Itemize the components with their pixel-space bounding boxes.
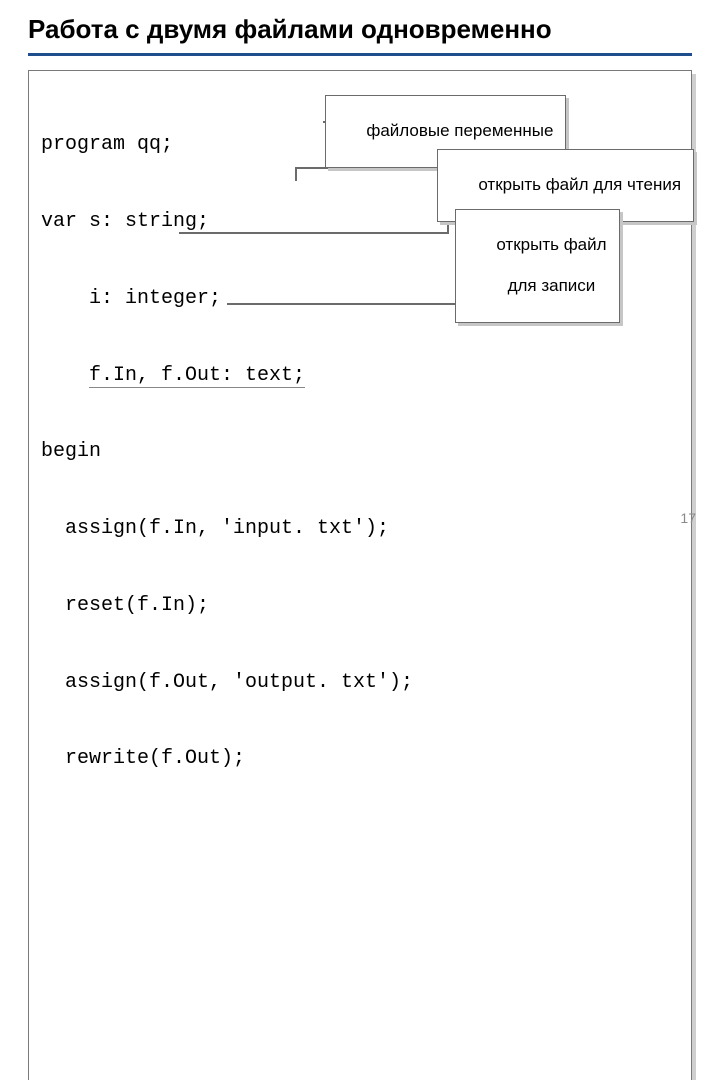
callout-leader <box>295 167 297 181</box>
code-indent <box>41 364 89 387</box>
code-line: reset(f.In); <box>41 593 681 619</box>
code-line: begin <box>41 439 681 465</box>
page-number: 17 <box>680 510 696 526</box>
slide: Работа с двумя файлами одновременно prog… <box>0 0 720 540</box>
callout-text: файловые переменные <box>366 121 553 140</box>
callout-leader <box>179 232 449 234</box>
callout-open-write: открыть файл для записи <box>455 209 620 323</box>
code-filevars-decl: f.In, f.Out: text; <box>89 364 305 388</box>
code-line: assign(f.Out, 'output. txt'); <box>41 670 681 696</box>
callout-leader <box>227 303 457 305</box>
code-box-main: program qq; var s: string; i: integer; f… <box>28 70 692 1080</box>
callout-text-line: открыть файл <box>496 235 606 254</box>
code-line: rewrite(f.Out); <box>41 746 681 772</box>
callout-text-line: для записи <box>508 276 596 295</box>
callout-text: открыть файл для чтения <box>478 175 681 194</box>
code-line: f.In, f.Out: text; <box>41 363 681 389</box>
title-divider <box>28 53 692 56</box>
slide-title: Работа с двумя файлами одновременно <box>28 14 692 51</box>
code-line: assign(f.In, 'input. txt'); <box>41 516 681 542</box>
